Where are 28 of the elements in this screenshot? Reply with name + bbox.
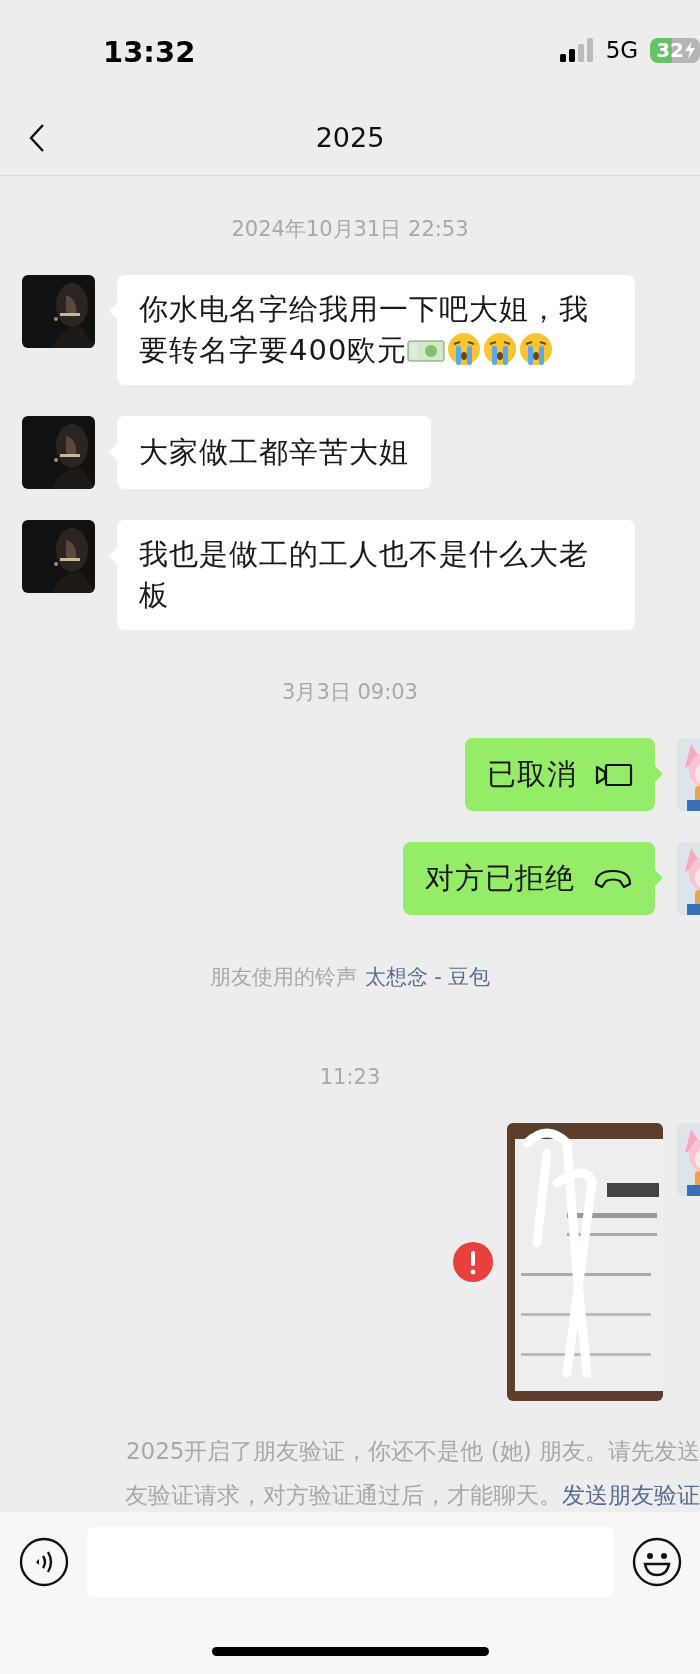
emoji-icon[interactable] [631, 1537, 682, 1587]
voice-icon[interactable] [18, 1537, 69, 1587]
message-bubble: 你水电名字给我用一下吧大姐，我要转名字要400欧元 [117, 275, 635, 385]
verification-notice: 2025开启了朋友验证，你还不是他 (她) 朋友。请先发送 [125, 1437, 700, 1466]
timestamp: 2024年10月31日 22:53 [231, 216, 469, 243]
verification-notice: 友验证请求，对方验证通过后，才能聊天。 [125, 1481, 562, 1510]
battery-indicator: 32 [650, 37, 700, 63]
ringtone-link[interactable]: 太想念 - 豆包 [364, 962, 491, 992]
call-bubble[interactable]: 对方已拒绝 [403, 842, 655, 915]
chat-title: 2025 [315, 122, 385, 153]
error-icon[interactable] [453, 1242, 493, 1282]
crying-face-icon [483, 332, 518, 366]
banknote-icon [407, 338, 446, 364]
network-label: 5G [605, 37, 639, 63]
timestamp: 3月3日 09:03 [282, 679, 418, 706]
crying-face-icon [447, 332, 482, 366]
status-time: 13:32 [103, 35, 196, 69]
message-bubble: 我也是做工的工人也不是什么大老板 [117, 520, 635, 630]
ringtone-note: 朋友使用的铃声 [209, 964, 357, 991]
send-verification-link[interactable]: 发送朋友验证 [562, 1473, 700, 1512]
message-bubble: 大家做工都辛苦大姐 [117, 416, 431, 489]
video-camera-icon [595, 762, 633, 787]
signal-icon [559, 38, 594, 62]
timestamp: 11:23 [319, 1064, 381, 1091]
hang-up-phone-icon [593, 867, 633, 890]
call-bubble[interactable]: 已取消 [465, 738, 655, 811]
crying-face-icon [519, 332, 554, 366]
back-icon[interactable] [28, 123, 46, 153]
